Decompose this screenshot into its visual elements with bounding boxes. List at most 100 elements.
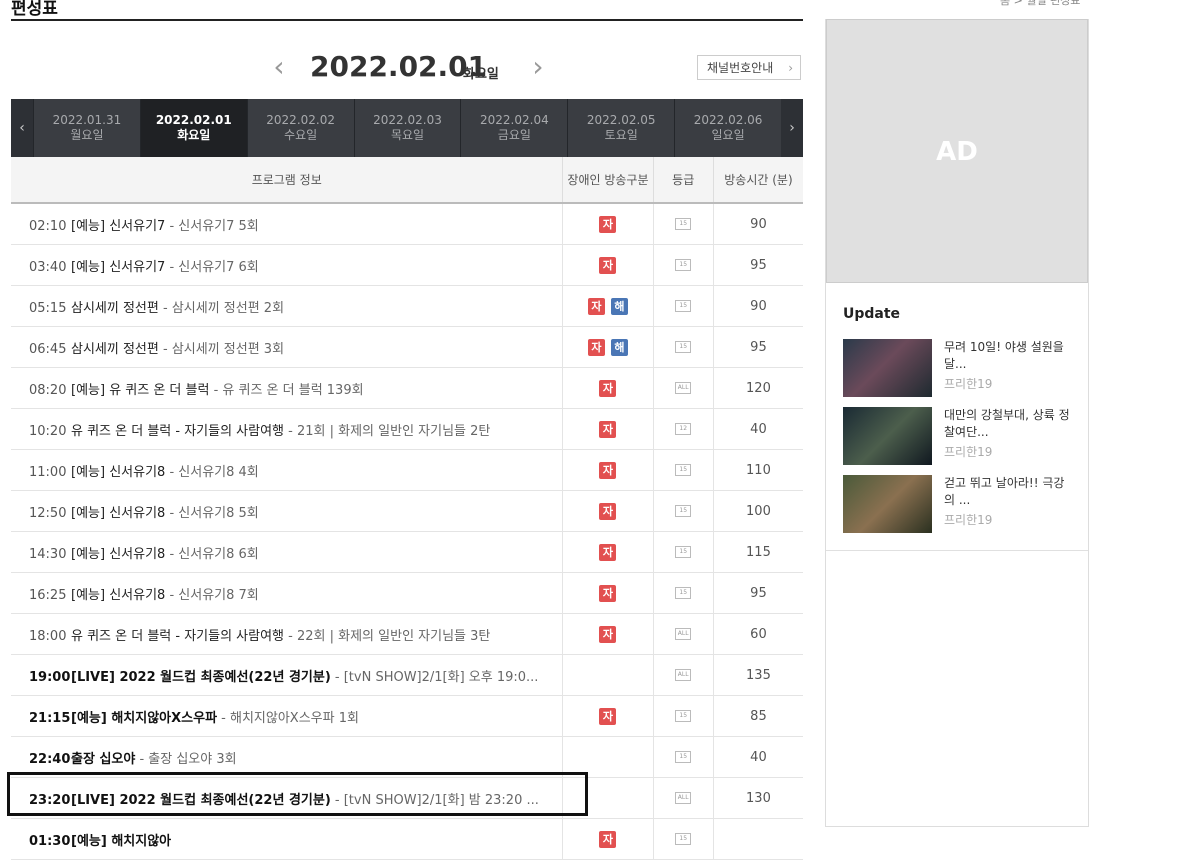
rating-cell: 15: [652, 244, 714, 286]
caption-badge: 자: [599, 420, 617, 438]
update-text[interactable]: 대만의 강철부대, 상륙 정찰여단...: [944, 407, 1074, 441]
table-row: 02:10 [예능] 신서유기7 - 신서유기7 5회 자 15 90: [11, 203, 803, 245]
program-episode: - 신서유기7 5회: [165, 218, 259, 234]
air-time: 11:00: [29, 464, 67, 480]
prev-day-arrow-icon[interactable]: ‹: [265, 53, 293, 81]
tab-day[interactable]: 2022.01.31 월요일: [33, 99, 140, 157]
program-title[interactable]: 출장 십오야: [71, 752, 135, 767]
program-cell: 16:25 [예능] 신서유기8 - 신서유기8 7회: [11, 572, 563, 614]
program-title[interactable]: [LIVE] 2022 월드컵 최종예선(22년 경기분): [71, 670, 331, 685]
title-divider: [11, 19, 803, 21]
accessibility-cell: 자해: [562, 326, 654, 368]
update-text[interactable]: 걷고 뛰고 날아라!! 극강의 ...: [944, 475, 1074, 509]
age-rating-icon: ALL: [675, 382, 692, 394]
caption-badge: 자: [587, 297, 605, 315]
accessibility-cell: [562, 777, 654, 819]
video-thumbnail[interactable]: [843, 407, 932, 465]
tab-day[interactable]: 2022.02.02 수요일: [246, 99, 354, 157]
video-thumbnail[interactable]: [843, 339, 932, 397]
tab-day[interactable]: 2022.02.04 금요일: [460, 99, 567, 157]
table-row: 08:20 [예능] 유 퀴즈 온 더 블럭 - 유 퀴즈 온 더 블럭 139회…: [11, 367, 803, 409]
table-row: 18:00 유 퀴즈 온 더 블럭 - 자기들의 사람여행 - 22회 | 화제의…: [11, 613, 803, 655]
program-title[interactable]: [LIVE] 2022 월드컵 최종예선(22년 경기분): [71, 793, 331, 808]
header-duration: 방송시간 (분): [712, 157, 803, 204]
duration-cell: 40: [712, 408, 803, 450]
program-cell: 03:40 [예능] 신서유기7 - 신서유기7 6회: [11, 244, 563, 286]
program-title[interactable]: 유 퀴즈 온 더 블럭 - 자기들의 사람여행: [71, 629, 284, 644]
ad-banner[interactable]: AD: [826, 19, 1088, 283]
narration-badge: 해: [610, 297, 628, 315]
next-day-arrow-icon[interactable]: ›: [524, 53, 552, 81]
tab-day[interactable]: 2022.02.06 일요일: [674, 99, 781, 157]
video-thumbnail[interactable]: [843, 475, 932, 533]
rating-cell: ALL: [652, 777, 714, 819]
update-item[interactable]: 대만의 강철부대, 상륙 정찰여단... 프리한19: [843, 407, 1073, 475]
update-program: 프리한19: [944, 445, 993, 459]
program-title[interactable]: 삼시세끼 정선편: [71, 342, 159, 357]
narration-badge: 해: [610, 338, 628, 356]
table-row: 21:15[예능] 해치지않아X스우파 - 해치지않아X스우파 1회 자 15 85: [11, 695, 803, 737]
program-title[interactable]: [예능] 신서유기8: [71, 547, 165, 562]
update-text[interactable]: 무려 10일! 야생 설원을 달...: [944, 339, 1074, 373]
accessibility-cell: 자: [562, 367, 654, 409]
program-title[interactable]: [예능] 신서유기8: [71, 465, 165, 480]
accessibility-cell: 자: [562, 203, 654, 245]
air-time: 03:40: [29, 259, 67, 275]
air-time: 01:30: [29, 833, 71, 849]
rating-cell: 15: [652, 449, 714, 491]
program-title[interactable]: [예능] 신서유기8: [71, 506, 165, 521]
air-time: 12:50: [29, 505, 67, 521]
update-item[interactable]: 무려 10일! 야생 설원을 달... 프리한19: [843, 339, 1073, 407]
program-cell: 05:15 삼시세끼 정선편 - 삼시세끼 정선편 2회: [11, 285, 563, 327]
program-episode: - 출장 십오야 3회: [135, 751, 237, 767]
program-episode: - 해치지않아X스우파 1회: [217, 710, 359, 726]
rating-cell: 15: [652, 490, 714, 532]
tab-day[interactable]: 2022.02.05 토요일: [567, 99, 674, 157]
program-title[interactable]: 삼시세끼 정선편: [71, 301, 159, 316]
air-time: 10:20: [29, 423, 67, 439]
tab-day-active[interactable]: 2022.02.01 화요일: [139, 99, 247, 157]
program-episode: - 신서유기8 6회: [165, 546, 259, 562]
accessibility-cell: 자: [562, 572, 654, 614]
rating-cell: 15: [652, 285, 714, 327]
program-title[interactable]: [예능] 신서유기8: [71, 588, 165, 603]
air-time: 16:25: [29, 587, 67, 603]
rating-cell: ALL: [652, 654, 714, 696]
program-title[interactable]: [예능] 해치지않아X스우파: [71, 711, 217, 726]
program-title[interactable]: [예능] 신서유기7: [71, 219, 165, 234]
program-title[interactable]: [예능] 신서유기7: [71, 260, 165, 275]
duration-cell: 90: [712, 203, 803, 245]
age-rating-icon: ALL: [675, 628, 692, 640]
current-day-of-week: 화요일: [463, 67, 499, 82]
accessibility-cell: [562, 654, 654, 696]
duration-cell: 135: [712, 654, 803, 696]
rating-cell: 12: [652, 408, 714, 450]
channel-guide-button[interactable]: 채널번호안내 ›: [697, 55, 801, 80]
program-title[interactable]: 유 퀴즈 온 더 블럭 - 자기들의 사람여행: [71, 424, 284, 439]
caption-badge: 자: [599, 584, 617, 602]
age-rating-icon: 15: [675, 259, 692, 271]
tabs-prev-arrow-icon[interactable]: ‹: [11, 99, 33, 157]
program-title[interactable]: [예능] 해치지않아: [71, 834, 171, 849]
air-time: 19:00: [29, 669, 71, 685]
program-cell: 02:10 [예능] 신서유기7 - 신서유기7 5회: [11, 203, 563, 245]
program-title[interactable]: [예능] 유 퀴즈 온 더 블럭: [71, 383, 209, 398]
table-row: 06:45 삼시세끼 정선편 - 삼시세끼 정선편 3회 자 해 15 95: [11, 326, 803, 368]
accessibility-cell: 자: [562, 408, 654, 450]
program-cell: 22:40출장 십오야 - 출장 십오야 3회: [11, 736, 563, 778]
caption-badge: 자: [587, 338, 605, 356]
tabs-next-arrow-icon[interactable]: ›: [781, 99, 804, 157]
duration-cell: 95: [712, 326, 803, 368]
program-cell: 21:15[예능] 해치지않아X스우파 - 해치지않아X스우파 1회: [11, 695, 563, 737]
duration-cell: 115: [712, 531, 803, 573]
update-item[interactable]: 걷고 뛰고 날아라!! 극강의 ... 프리한19: [843, 475, 1073, 543]
tab-day[interactable]: 2022.02.03 목요일: [353, 99, 461, 157]
date-navigation: ‹ 2022.02.01 화요일 › 채널번호안내 ›: [11, 48, 803, 88]
program-cell: 18:00 유 퀴즈 온 더 블럭 - 자기들의 사람여행 - 22회 | 화제의…: [11, 613, 563, 655]
current-date: 2022.02.01: [310, 50, 488, 83]
rating-cell: 15: [652, 736, 714, 778]
age-rating-icon: ALL: [675, 792, 692, 804]
accessibility-cell: [562, 736, 654, 778]
table-row: 22:40출장 십오야 - 출장 십오야 3회 15 40: [11, 736, 803, 778]
header-accessibility: 장애인 방송구분: [562, 157, 654, 204]
